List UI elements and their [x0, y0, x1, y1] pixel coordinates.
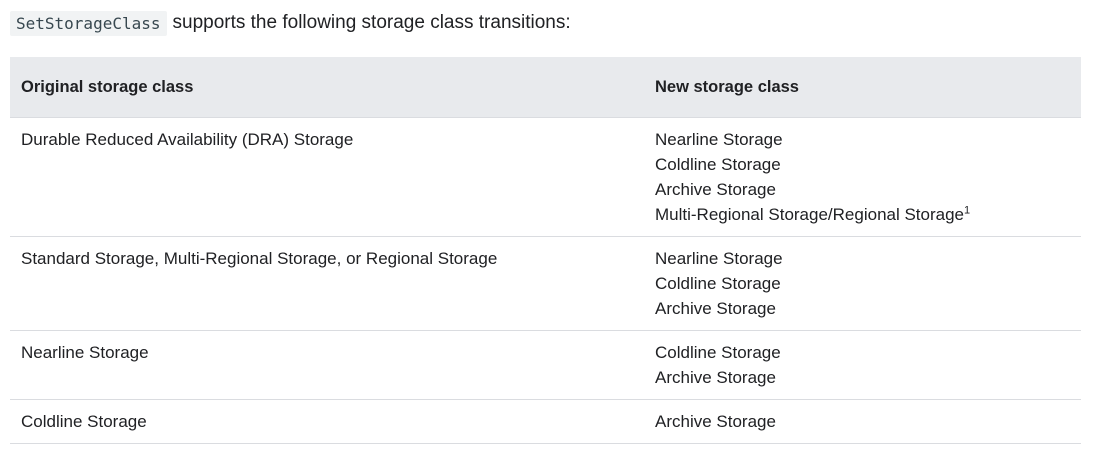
new-class-item: Coldline Storage [655, 274, 781, 293]
new-class-item: Coldline Storage [655, 155, 781, 174]
storage-class-transitions-table: Original storage class New storage class… [10, 57, 1081, 444]
new-class-item-with-footnote: Multi-Regional Storage/Regional Storage1 [655, 202, 1081, 227]
intro-text: supports the following storage class tra… [172, 12, 571, 33]
original-class-cell: Nearline Storage [21, 343, 149, 362]
new-class-item: Archive Storage [655, 299, 776, 318]
table-row: Standard Storage, Multi-Regional Storage… [10, 237, 1081, 331]
intro-paragraph: SetStorageClass supports the following s… [10, 8, 571, 38]
new-class-item: Nearline Storage [655, 249, 783, 268]
new-class-item: Archive Storage [655, 412, 776, 431]
new-class-item: Nearline Storage [655, 130, 783, 149]
table-row: Durable Reduced Availability (DRA) Stora… [10, 118, 1081, 237]
original-class-cell: Durable Reduced Availability (DRA) Stora… [21, 130, 354, 149]
new-class-cell: Archive Storage [644, 400, 1081, 443]
original-class-cell: Coldline Storage [21, 412, 147, 431]
new-class-item: Archive Storage [655, 368, 776, 387]
new-class-cell: Nearline Storage Coldline Storage Archiv… [644, 118, 1081, 236]
new-class-item: Coldline Storage [655, 343, 781, 362]
original-class-cell: Standard Storage, Multi-Regional Storage… [21, 249, 498, 268]
header-original-storage-class: Original storage class [21, 77, 194, 96]
new-class-item: Archive Storage [655, 180, 776, 199]
table-row: Nearline Storage Coldline Storage Archiv… [10, 331, 1081, 400]
new-class-cell: Nearline Storage Coldline Storage Archiv… [644, 237, 1081, 330]
header-new-storage-class: New storage class [655, 77, 799, 96]
new-class-cell: Coldline Storage Archive Storage [644, 331, 1081, 399]
footnote-marker: 1 [964, 204, 971, 217]
table-header-row: Original storage class New storage class [10, 57, 1081, 118]
table-row: Coldline Storage Archive Storage [10, 400, 1081, 444]
new-class-item-text: Multi-Regional Storage/Regional Storage [655, 205, 965, 224]
setstorageclass-code: SetStorageClass [10, 10, 167, 36]
